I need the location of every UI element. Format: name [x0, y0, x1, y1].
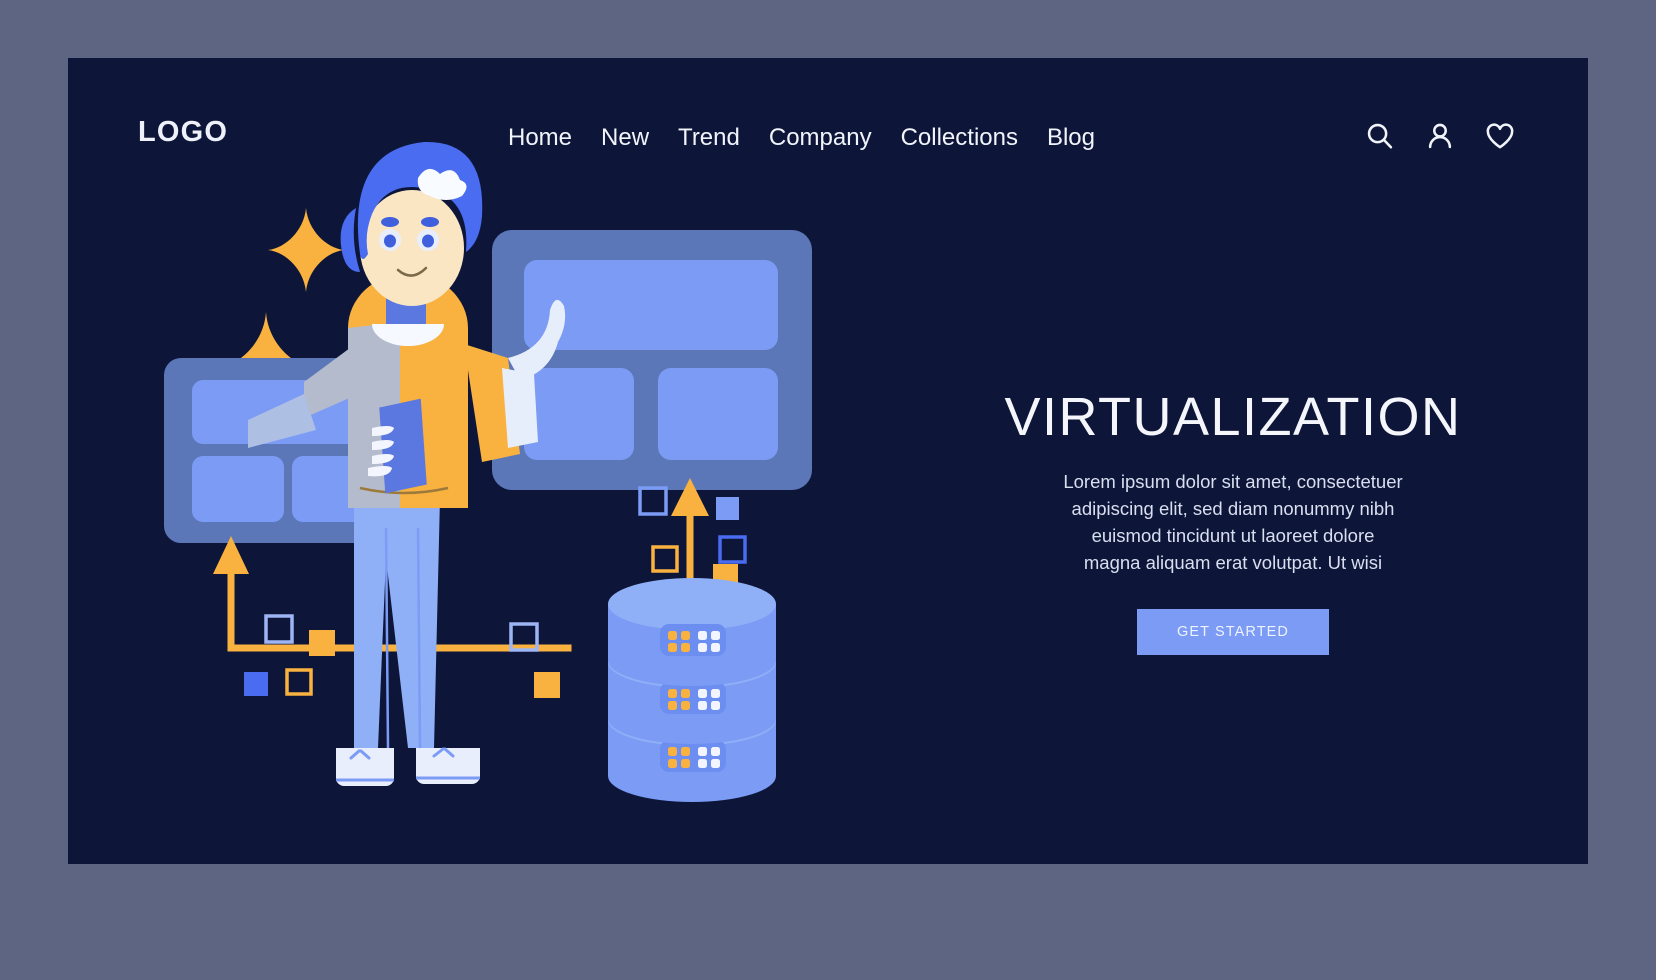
paragraph-line: Lorem ipsum dolor sit amet, consectetuer [1063, 471, 1403, 493]
logo[interactable]: LOGO [138, 116, 228, 149]
nav-item-home[interactable]: Home [508, 124, 572, 152]
nav-item-collections[interactable]: Collections [901, 124, 1018, 152]
search-icon[interactable] [1364, 120, 1396, 152]
page-title: VIRTUALIZATION [1004, 387, 1462, 447]
paragraph-line: adipiscing elit, sed diam nonummy nibh [1071, 498, 1395, 520]
main-navigation: Home New Trend Company Collections Blog [508, 124, 1095, 152]
paragraph-line: euismod tincidunt ut laoreet dolore [1091, 525, 1375, 547]
page-root: LOGO Home New Trend Company Collections … [0, 0, 1656, 980]
hero-copy: VIRTUALIZATION Lorem ipsum dolor sit ame… [948, 387, 1518, 655]
header-icon-group [1364, 120, 1516, 152]
nav-item-trend[interactable]: Trend [678, 124, 740, 152]
site-header: LOGO Home New Trend Company Collections … [68, 58, 1588, 228]
nav-item-blog[interactable]: Blog [1047, 124, 1095, 152]
nav-item-company[interactable]: Company [769, 124, 872, 152]
paragraph-line: magna aliquam erat volutpat. Ut wisi [1083, 551, 1383, 573]
get-started-button[interactable]: GET STARTED [1136, 608, 1329, 655]
hero-paragraph: Lorem ipsum dolor sit amet, consectetuer… [948, 469, 1518, 576]
nav-item-new[interactable]: New [601, 124, 649, 152]
user-icon[interactable] [1424, 120, 1456, 152]
heart-icon[interactable] [1484, 120, 1516, 152]
database-stack [608, 578, 776, 802]
hero-card: LOGO Home New Trend Company Collections … [68, 58, 1588, 864]
